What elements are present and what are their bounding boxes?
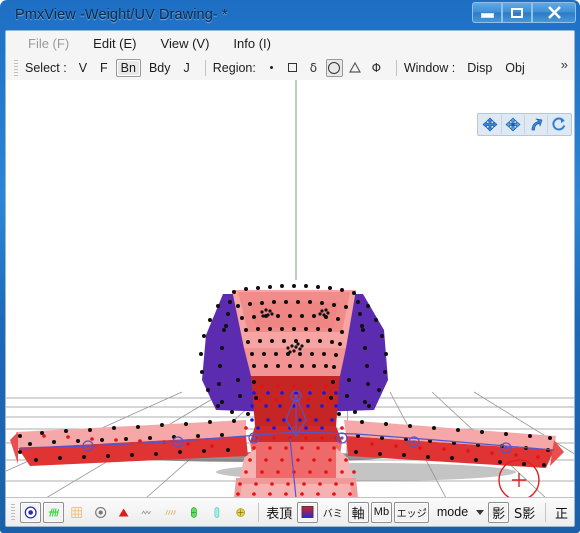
minimize-icon bbox=[480, 13, 494, 18]
rotate-arrow-icon[interactable] bbox=[525, 115, 548, 134]
vertex-draw-icon bbox=[24, 506, 37, 518]
bottom-toolbar-grip[interactable] bbox=[11, 503, 15, 521]
phi-icon: Φ bbox=[371, 60, 382, 75]
self-shadow-button[interactable]: S影 bbox=[511, 502, 538, 523]
lines-tan-icon bbox=[164, 509, 176, 515]
region-circle-button[interactable] bbox=[325, 58, 343, 77]
select-bone-button[interactable]: Bn bbox=[115, 58, 141, 77]
joint-yellow-icon bbox=[235, 507, 245, 517]
toolbar-overflow-button[interactable]: » bbox=[561, 57, 568, 72]
color-swatch-button[interactable] bbox=[296, 501, 318, 523]
bottom-toolbar: 表頂 バミ 軸 Mb エッジ゙ mode 影 S影 正 bbox=[6, 497, 574, 526]
select-joint-button[interactable]: J bbox=[179, 59, 195, 77]
square-icon bbox=[287, 63, 297, 72]
bami-label: バミ bbox=[322, 508, 343, 520]
region-phi-button[interactable]: Φ bbox=[368, 59, 385, 77]
joint-yellow-icon-button[interactable] bbox=[230, 502, 251, 523]
self-shadow-label: S影 bbox=[514, 506, 536, 522]
menu-edit[interactable]: Edit (E) bbox=[93, 36, 136, 51]
circle-icon bbox=[328, 61, 341, 74]
window-disp-button[interactable]: Disp bbox=[462, 59, 497, 77]
application-window: PmxView -Weight/UV Drawing- * File (F) E… bbox=[0, 0, 580, 533]
viewport-canvas bbox=[6, 80, 574, 498]
window-title: PmxView -Weight/UV Drawing- * bbox=[15, 7, 228, 23]
mb-label: Mb bbox=[373, 506, 390, 518]
lines-tan-icon-button[interactable] bbox=[160, 502, 181, 523]
menu-file[interactable]: File (F) bbox=[28, 36, 69, 51]
toolbar-separator-1 bbox=[204, 59, 206, 76]
lines-gray-icon-button[interactable] bbox=[136, 502, 157, 523]
region-rect-button[interactable] bbox=[284, 59, 301, 77]
region-label: Region: bbox=[212, 60, 256, 75]
region-dot-button[interactable] bbox=[263, 59, 280, 77]
show-vertex-button[interactable]: 表頂 bbox=[264, 502, 295, 523]
capsule-green-icon-button[interactable] bbox=[183, 502, 204, 523]
toolbar-separator-2 bbox=[395, 59, 397, 76]
viewport-3d[interactable] bbox=[6, 80, 574, 498]
uv-mesh-icon-button[interactable] bbox=[66, 502, 87, 523]
orthographic-button[interactable]: 正 bbox=[551, 502, 572, 523]
window-label: Window : bbox=[403, 60, 456, 75]
triangle-icon bbox=[349, 62, 362, 73]
menu-view[interactable]: View (V) bbox=[161, 36, 210, 51]
point-icon-button[interactable] bbox=[90, 502, 111, 523]
mode-label: mode bbox=[436, 505, 469, 519]
edge-label: エッジ゙ bbox=[396, 508, 427, 520]
delta-icon: δ bbox=[309, 60, 318, 75]
color-swatch-icon bbox=[301, 506, 314, 518]
vertex-draw-icon-button[interactable] bbox=[19, 501, 41, 523]
client-area: File (F) Edit (E) View (V) Info (I) Sele… bbox=[5, 30, 575, 527]
orthographic-label: 正 bbox=[554, 506, 568, 522]
axis-button[interactable]: 軸 bbox=[347, 501, 369, 523]
mb-button[interactable]: Mb bbox=[370, 501, 393, 523]
close-icon bbox=[547, 6, 561, 19]
lines-gray-icon bbox=[141, 509, 152, 515]
pan-icon[interactable] bbox=[502, 115, 525, 134]
shadow-button[interactable]: 影 bbox=[488, 501, 510, 523]
bami-button[interactable]: バミ bbox=[320, 502, 346, 523]
bottom-separator-2 bbox=[545, 502, 546, 522]
edge-button[interactable]: エッジ゙ bbox=[394, 501, 429, 523]
menu-info[interactable]: Info (I) bbox=[233, 36, 271, 51]
minimize-button[interactable] bbox=[472, 2, 502, 23]
chevron-down-icon bbox=[476, 509, 485, 515]
uv-mesh-icon bbox=[71, 506, 83, 518]
title-bar[interactable]: PmxView -Weight/UV Drawing- * bbox=[5, 0, 576, 30]
select-body-button[interactable]: Bdy bbox=[144, 59, 176, 77]
viewport-nav-toolbar bbox=[477, 113, 572, 136]
bottom-separator-1 bbox=[257, 502, 259, 522]
region-delta-button[interactable]: δ bbox=[305, 59, 322, 77]
show-vertex-label: 表頂 bbox=[266, 506, 293, 522]
triangle-red-icon-button[interactable] bbox=[113, 502, 134, 523]
window-obj-button[interactable]: Obj bbox=[500, 59, 529, 77]
select-label: Select : bbox=[25, 60, 67, 75]
shadow-label: 影 bbox=[492, 506, 506, 522]
menu-bar: File (F) Edit (E) View (V) Info (I) bbox=[6, 31, 574, 55]
maximize-button[interactable] bbox=[502, 2, 532, 23]
window-controls bbox=[472, 2, 576, 23]
mode-dropdown[interactable]: mode bbox=[436, 505, 485, 519]
select-face-button[interactable]: F bbox=[95, 59, 113, 77]
dot-icon bbox=[269, 66, 273, 69]
orbit-icon[interactable] bbox=[548, 115, 570, 134]
select-vertex-button[interactable]: V bbox=[74, 59, 92, 77]
axis-label: 軸 bbox=[351, 506, 365, 522]
main-toolbar: Select : V F Bn Bdy J Region: δ Φ Window… bbox=[6, 55, 574, 81]
weight-brush-icon bbox=[48, 507, 59, 517]
capsule-cyan-icon bbox=[214, 506, 220, 518]
point-icon bbox=[94, 506, 106, 518]
maximize-icon bbox=[511, 7, 523, 18]
capsule-green-icon bbox=[190, 506, 197, 518]
weight-brush-icon-button[interactable] bbox=[42, 501, 65, 523]
region-triangle-button[interactable] bbox=[347, 59, 364, 77]
toolbar-grip[interactable] bbox=[14, 59, 18, 76]
capsule-cyan-icon-button[interactable] bbox=[206, 502, 227, 523]
move-all-icon[interactable] bbox=[479, 115, 502, 134]
triangle-red-icon bbox=[118, 508, 129, 516]
close-button[interactable] bbox=[532, 2, 576, 23]
